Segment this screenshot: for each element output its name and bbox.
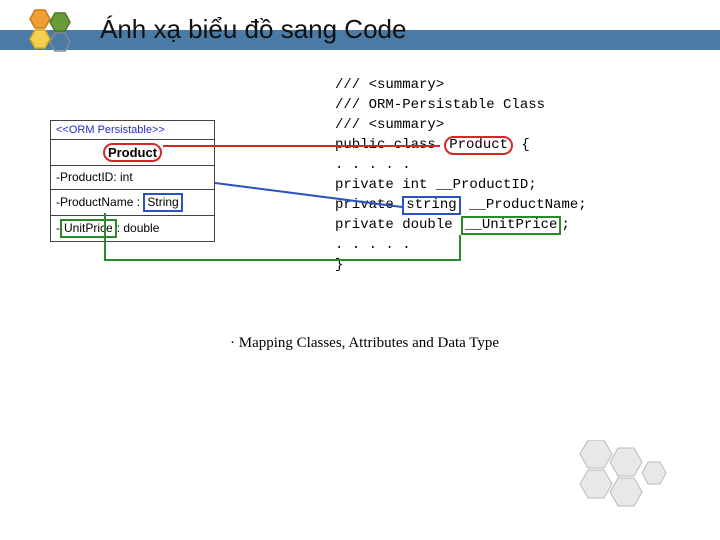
code-line-4: public class Product { [335,135,587,155]
code-line-1: /// <summary> [335,75,587,95]
uml-class-name: Product [51,140,214,166]
code-line-6: private int __ProductID; [335,175,587,195]
uml-attr-productname: -ProductName : String [51,190,214,216]
uml-attributes: -ProductID: int -ProductName : String -U… [51,166,214,241]
header-hexagon-decoration [18,8,88,58]
code-line-9: . . . . . [335,235,587,255]
code-line-10: } [335,255,587,275]
highlight-type-blue: String [143,193,182,212]
uml-stereotype: <<ORM Persistable>> [51,121,214,140]
highlight-code-classname-red: Product [444,136,513,155]
highlight-attr-green: UnitPrice [60,219,117,238]
code-line-8: private double __UnitPrice; [335,215,587,235]
footer-hexagon-decoration [560,440,670,510]
code-line-3: /// <summary> [335,115,587,135]
code-line-2: /// ORM-Persistable Class [335,95,587,115]
code-line-7: private string __ProductName; [335,195,587,215]
uml-attr-productid: -ProductID: int [51,166,214,190]
highlight-classname-red: Product [103,143,162,162]
highlight-code-type-blue: string [402,196,460,215]
highlight-code-field-green: __UnitPrice [461,216,561,235]
uml-class-box: <<ORM Persistable>> Product -ProductID: … [50,120,215,242]
uml-attr-unitprice: -UnitPrice: double [51,216,214,241]
caption: · Mapping Classes, Attributes and Data T… [230,335,499,352]
code-block: /// <summary> /// ORM-Persistable Class … [335,75,587,275]
page-title: Ánh xạ biểu đồ sang Code [100,14,406,45]
code-line-5: . . . . . [335,155,587,175]
